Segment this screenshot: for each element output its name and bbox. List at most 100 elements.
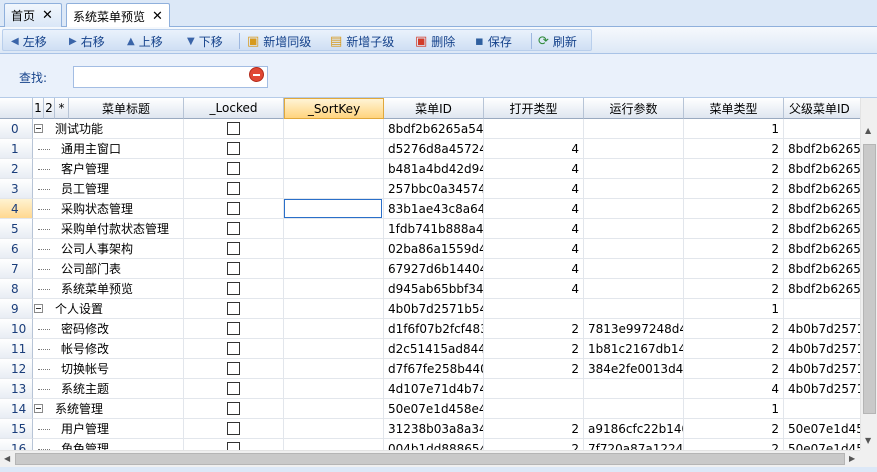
vertical-scroll-thumb[interactable] bbox=[863, 144, 876, 414]
menu-title-cell[interactable]: 测试功能 bbox=[33, 119, 184, 139]
collapse-toggle-icon[interactable] bbox=[33, 119, 55, 138]
locked-checkbox[interactable] bbox=[227, 422, 240, 435]
tab-home[interactable]: 首页 ✕ bbox=[4, 3, 62, 27]
move-left-button[interactable]: ◀ 左移 bbox=[11, 30, 47, 52]
type-cell[interactable]: 1 bbox=[684, 119, 784, 139]
locked-checkbox[interactable] bbox=[227, 222, 240, 235]
id-cell[interactable]: d1f6f07b2fcf483 bbox=[384, 319, 484, 339]
open-cell[interactable] bbox=[484, 299, 584, 319]
param-cell[interactable] bbox=[584, 399, 684, 419]
open-cell[interactable]: 4 bbox=[484, 199, 584, 219]
table-row[interactable]: 13 系统主题 4d107e71d4b74 4 4b0b7d2571 bbox=[0, 379, 877, 399]
sortkey-cell[interactable] bbox=[284, 179, 384, 199]
parent-cell[interactable]: 8bdf2b6265 bbox=[784, 219, 864, 239]
sortkey-cell[interactable] bbox=[284, 219, 384, 239]
tab-menu-preview[interactable]: 系统菜单预览 ✕ bbox=[66, 3, 170, 28]
level-1-header[interactable]: 1 bbox=[33, 98, 44, 119]
column-header-locked[interactable]: _Locked bbox=[184, 98, 284, 119]
collapse-toggle-icon[interactable] bbox=[33, 299, 55, 318]
locked-checkbox[interactable] bbox=[227, 242, 240, 255]
column-header-sortkey[interactable]: _SortKey bbox=[284, 98, 384, 119]
column-header-menu-title[interactable]: 菜单标题 bbox=[69, 98, 184, 119]
column-header-menu-type[interactable]: 菜单类型 bbox=[684, 98, 784, 119]
type-cell[interactable]: 2 bbox=[684, 199, 784, 219]
column-header-open-type[interactable]: 打开类型 bbox=[484, 98, 584, 119]
param-cell[interactable]: 7f720a87a1224 bbox=[584, 439, 684, 450]
level-2-header[interactable]: 2 bbox=[44, 98, 55, 119]
parent-cell[interactable]: 4b0b7d2571 bbox=[784, 319, 864, 339]
id-cell[interactable]: 31238b03a8a34 bbox=[384, 419, 484, 439]
open-cell[interactable]: 4 bbox=[484, 279, 584, 299]
parent-cell[interactable] bbox=[784, 119, 864, 139]
param-cell[interactable] bbox=[584, 179, 684, 199]
menu-title-cell[interactable]: 角色管理 bbox=[33, 439, 184, 450]
clear-search-icon[interactable] bbox=[249, 67, 264, 82]
parent-cell[interactable]: 4b0b7d2571 bbox=[784, 339, 864, 359]
param-cell[interactable] bbox=[584, 299, 684, 319]
close-icon[interactable]: ✕ bbox=[42, 8, 53, 23]
open-cell[interactable]: 4 bbox=[484, 259, 584, 279]
sortkey-cell[interactable] bbox=[284, 419, 384, 439]
sortkey-cell[interactable] bbox=[284, 279, 384, 299]
add-child-button[interactable]: ▤ 新增子级 bbox=[330, 30, 394, 52]
type-cell[interactable]: 2 bbox=[684, 219, 784, 239]
parent-cell[interactable]: 8bdf2b6265 bbox=[784, 179, 864, 199]
param-cell[interactable] bbox=[584, 159, 684, 179]
type-cell[interactable]: 2 bbox=[684, 239, 784, 259]
id-cell[interactable]: 67927d6b14404 bbox=[384, 259, 484, 279]
open-cell[interactable] bbox=[484, 119, 584, 139]
param-cell[interactable]: 384e2fe0013d4 bbox=[584, 359, 684, 379]
sortkey-cell[interactable] bbox=[284, 139, 384, 159]
sortkey-cell[interactable] bbox=[284, 199, 384, 219]
column-header-run-params[interactable]: 运行参数 bbox=[584, 98, 684, 119]
table-row[interactable]: 10 密码修改 d1f6f07b2fcf483 2 7813e997248d4 2 4b0b… bbox=[0, 319, 877, 339]
param-cell[interactable] bbox=[584, 219, 684, 239]
table-row[interactable]: 12 切换帐号 d7f67fe258b440 2 384e2fe0013d4 2 4b0b7… bbox=[0, 359, 877, 379]
search-input[interactable] bbox=[73, 66, 268, 88]
menu-title-cell[interactable]: 系统管理 bbox=[33, 399, 184, 419]
locked-checkbox[interactable] bbox=[227, 142, 240, 155]
menu-title-cell[interactable]: 系统菜单预览 bbox=[33, 279, 184, 299]
menu-title-cell[interactable]: 系统主题 bbox=[33, 379, 184, 399]
parent-cell[interactable]: 4b0b7d2571 bbox=[784, 379, 864, 399]
param-cell[interactable] bbox=[584, 379, 684, 399]
type-cell[interactable]: 2 bbox=[684, 179, 784, 199]
scroll-up-icon[interactable]: ▲ bbox=[865, 126, 871, 135]
table-row[interactable]: 4 采购状态管理 83b1ae43c8a64 4 2 8bdf2b6265 bbox=[0, 199, 877, 219]
id-cell[interactable]: 004b1dd888654 bbox=[384, 439, 484, 450]
table-row[interactable]: 16 角色管理 004b1dd888654 2 7f720a87a1224 2 50e07e… bbox=[0, 439, 877, 450]
sortkey-cell[interactable] bbox=[284, 399, 384, 419]
open-cell[interactable]: 2 bbox=[484, 339, 584, 359]
locked-checkbox[interactable] bbox=[227, 342, 240, 355]
id-cell[interactable]: d7f67fe258b440 bbox=[384, 359, 484, 379]
locked-checkbox[interactable] bbox=[227, 122, 240, 135]
param-cell[interactable] bbox=[584, 139, 684, 159]
menu-title-cell[interactable]: 采购单付款状态管理 bbox=[33, 219, 184, 239]
locked-checkbox[interactable] bbox=[227, 302, 240, 315]
type-cell[interactable]: 2 bbox=[684, 339, 784, 359]
menu-title-cell[interactable]: 采购状态管理 bbox=[33, 199, 184, 219]
id-cell[interactable]: 50e07e1d458e4 bbox=[384, 399, 484, 419]
move-up-button[interactable]: ▲ 上移 bbox=[127, 30, 163, 52]
param-cell[interactable]: 1b81c2167db14 bbox=[584, 339, 684, 359]
move-right-button[interactable]: ▶ 右移 bbox=[69, 30, 105, 52]
parent-cell[interactable]: 50e07e1d45 bbox=[784, 419, 864, 439]
table-row[interactable]: 5 采购单付款状态管理 1fdb741b888a4f 4 2 8bdf2b6265 bbox=[0, 219, 877, 239]
menu-title-cell[interactable]: 公司人事架构 bbox=[33, 239, 184, 259]
move-down-button[interactable]: ▼ 下移 bbox=[187, 30, 223, 52]
id-cell[interactable]: d5276d8a45724 bbox=[384, 139, 484, 159]
parent-cell[interactable]: 8bdf2b6265 bbox=[784, 139, 864, 159]
table-row[interactable]: 1 通用主窗口 d5276d8a45724 4 2 8bdf2b6265 bbox=[0, 139, 877, 159]
locked-checkbox[interactable] bbox=[227, 162, 240, 175]
menu-title-cell[interactable]: 员工管理 bbox=[33, 179, 184, 199]
locked-checkbox[interactable] bbox=[227, 402, 240, 415]
open-cell[interactable]: 4 bbox=[484, 239, 584, 259]
menu-title-cell[interactable]: 切换帐号 bbox=[33, 359, 184, 379]
id-cell[interactable]: 8bdf2b6265a54c bbox=[384, 119, 484, 139]
open-cell[interactable]: 2 bbox=[484, 419, 584, 439]
open-cell[interactable]: 4 bbox=[484, 159, 584, 179]
id-cell[interactable]: 02ba86a1559d4 bbox=[384, 239, 484, 259]
param-cell[interactable] bbox=[584, 279, 684, 299]
close-icon[interactable]: ✕ bbox=[152, 9, 163, 24]
locked-checkbox[interactable] bbox=[227, 202, 240, 215]
